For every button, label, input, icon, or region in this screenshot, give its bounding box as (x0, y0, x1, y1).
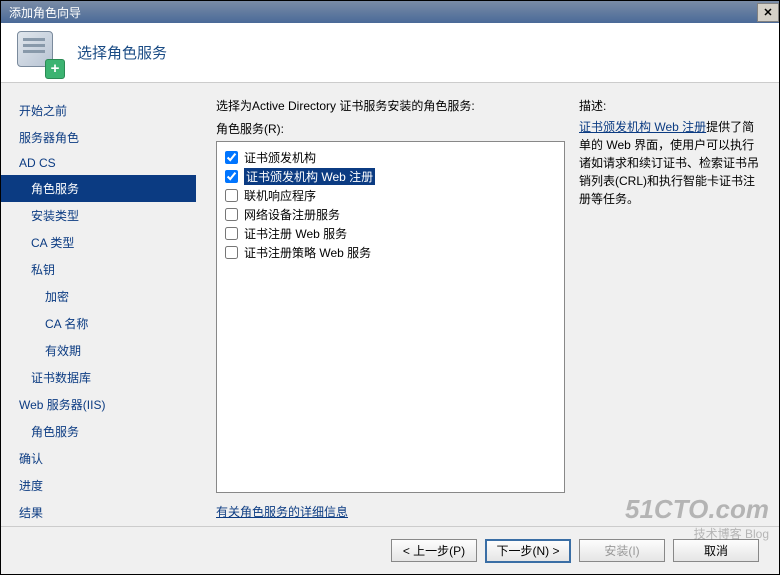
description-link[interactable]: 证书颁发机构 Web 注册 (579, 120, 706, 134)
sidebar-item[interactable]: 角色服务 (1, 175, 196, 202)
server-add-icon: + (17, 31, 61, 75)
plus-icon: + (45, 59, 65, 79)
description-body: 证书颁发机构 Web 注册提供了简单的 Web 界面，使用户可以执行诸如请求和续… (579, 118, 765, 208)
more-info-link[interactable]: 有关角色服务的详细信息 (216, 503, 565, 520)
role-service-item[interactable]: 证书注册策略 Web 服务 (225, 243, 556, 262)
sidebar-item[interactable]: 开始之前 (1, 97, 196, 124)
description-panel: 描述: 证书颁发机构 Web 注册提供了简单的 Web 界面，使用户可以执行诸如… (565, 97, 765, 520)
role-service-label: 网络设备注册服务 (244, 206, 340, 223)
content-columns: 选择为Active Directory 证书服务安装的角色服务: 角色服务(R)… (216, 97, 765, 520)
content-area: 选择为Active Directory 证书服务安装的角色服务: 角色服务(R)… (196, 83, 779, 526)
role-service-checkbox[interactable] (225, 208, 238, 221)
sidebar-item[interactable]: 确认 (1, 445, 196, 472)
wizard-header: + 选择角色服务 (1, 23, 779, 83)
sidebar-item[interactable]: Web 服务器(IIS) (1, 391, 196, 418)
wizard-footer: < 上一步(P) 下一步(N) > 安装(I) 取消 (1, 526, 779, 574)
role-service-item[interactable]: 证书颁发机构 (225, 148, 556, 167)
sidebar-item[interactable]: 服务器角色 (1, 124, 196, 151)
role-service-item[interactable]: 证书颁发机构 Web 注册 (225, 167, 556, 186)
role-services-column: 选择为Active Directory 证书服务安装的角色服务: 角色服务(R)… (216, 97, 565, 520)
window-title: 添加角色向导 (9, 4, 81, 21)
sidebar-item[interactable]: 进度 (1, 472, 196, 499)
role-service-label: 证书颁发机构 Web 注册 (244, 168, 375, 185)
sidebar-item[interactable]: CA 类型 (1, 229, 196, 256)
sidebar-item[interactable]: 加密 (1, 283, 196, 310)
sidebar-item[interactable]: 有效期 (1, 337, 196, 364)
role-services-listbox[interactable]: 证书颁发机构证书颁发机构 Web 注册联机响应程序网络设备注册服务证书注册 We… (216, 141, 565, 493)
close-button[interactable]: ✕ (757, 3, 779, 22)
sidebar-nav: 开始之前服务器角色AD CS角色服务安装类型CA 类型私钥加密CA 名称有效期证… (1, 83, 196, 526)
page-title: 选择角色服务 (77, 42, 167, 63)
role-services-label: 角色服务(R): (216, 120, 565, 137)
next-button[interactable]: 下一步(N) > (485, 539, 571, 563)
sidebar-item[interactable]: 证书数据库 (1, 364, 196, 391)
sidebar-item[interactable]: 私钥 (1, 256, 196, 283)
install-button[interactable]: 安装(I) (579, 539, 665, 562)
role-service-label: 证书注册策略 Web 服务 (244, 244, 371, 261)
sidebar-item[interactable]: 安装类型 (1, 202, 196, 229)
role-service-checkbox[interactable] (225, 227, 238, 240)
role-service-label: 证书颁发机构 (244, 149, 316, 166)
wizard-body: 开始之前服务器角色AD CS角色服务安装类型CA 类型私钥加密CA 名称有效期证… (1, 83, 779, 526)
role-service-item[interactable]: 联机响应程序 (225, 186, 556, 205)
description-title: 描述: (579, 97, 765, 114)
role-service-item[interactable]: 证书注册 Web 服务 (225, 224, 556, 243)
sidebar-item[interactable]: CA 名称 (1, 310, 196, 337)
sidebar-item[interactable]: AD CS (1, 151, 196, 175)
role-service-checkbox[interactable] (225, 151, 238, 164)
sidebar-item[interactable]: 角色服务 (1, 418, 196, 445)
wizard-window: 添加角色向导 ✕ + 选择角色服务 开始之前服务器角色AD CS角色服务安装类型… (0, 0, 780, 575)
back-button[interactable]: < 上一步(P) (391, 539, 477, 562)
role-service-checkbox[interactable] (225, 246, 238, 259)
role-service-label: 联机响应程序 (244, 187, 316, 204)
titlebar: 添加角色向导 ✕ (1, 1, 779, 23)
role-service-label: 证书注册 Web 服务 (244, 225, 347, 242)
role-service-checkbox[interactable] (225, 170, 238, 183)
instruction-text: 选择为Active Directory 证书服务安装的角色服务: (216, 97, 565, 114)
sidebar-item[interactable]: 结果 (1, 499, 196, 526)
cancel-button[interactable]: 取消 (673, 539, 759, 562)
role-service-checkbox[interactable] (225, 189, 238, 202)
titlebar-buttons: ✕ (757, 3, 779, 22)
role-service-item[interactable]: 网络设备注册服务 (225, 205, 556, 224)
